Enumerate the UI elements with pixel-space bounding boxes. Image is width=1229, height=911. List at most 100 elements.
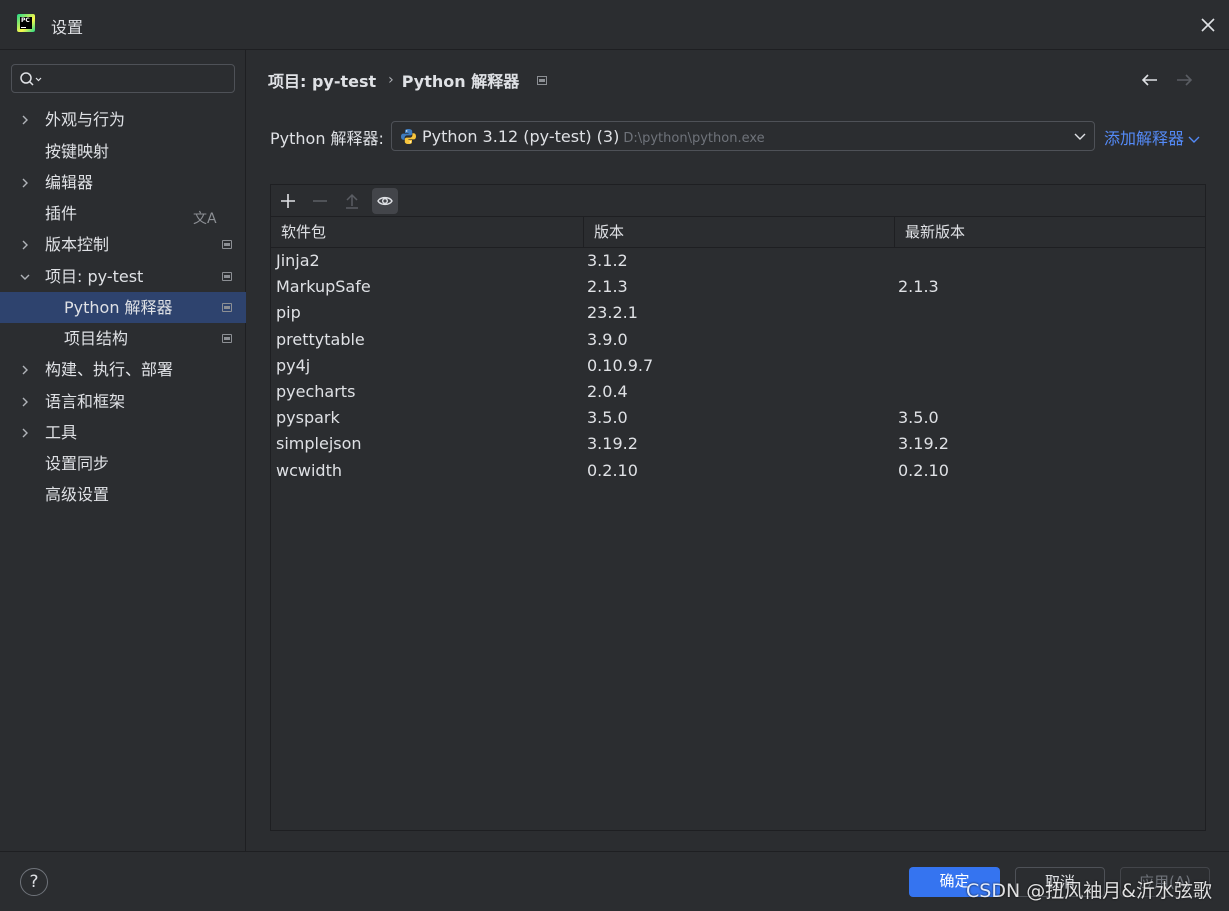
sidebar-item-build[interactable]: 构建、执行、部署 (0, 354, 246, 385)
sidebar-item-label: 项目: py-test (45, 267, 144, 286)
package-version: 23.2.1 (587, 303, 638, 323)
packages-table-body: Jinja2 3.1.2 MarkupSafe 2.1.3 2.1.3 pip … (271, 248, 1205, 484)
sidebar-item-editor[interactable]: 编辑器 (0, 167, 246, 198)
sidebar-item-label: 外观与行为 (45, 110, 126, 129)
package-latest-version: 0.2.10 (898, 460, 949, 480)
project-scope-icon (537, 75, 548, 85)
packages-panel: 软件包 版本 最新版本 Jinja2 3.1.2 MarkupSafe 2.1.… (270, 184, 1206, 831)
interpreter-dropdown[interactable]: Python 3.12 (py-test) (3) D:\python\pytho… (391, 121, 1095, 151)
sidebar-item-appearance[interactable]: 外观与行为 (0, 104, 246, 135)
forward-button[interactable] (1174, 71, 1194, 93)
arrow-right-icon (1177, 74, 1193, 86)
project-scope-icon (222, 272, 232, 281)
table-row[interactable]: py4j 0.10.9.7 (271, 353, 1205, 379)
add-interpreter-link[interactable]: 添加解释器 (1104, 125, 1200, 149)
sidebar-item-label: 编辑器 (45, 173, 94, 192)
project-scope-icon (222, 303, 232, 312)
back-button[interactable] (1140, 71, 1160, 93)
sidebar-item-tools[interactable]: 工具 (0, 417, 246, 448)
help-button[interactable]: ? (20, 868, 48, 896)
table-row[interactable]: wcwidth 0.2.10 0.2.10 (271, 458, 1205, 484)
package-version: 2.0.4 (587, 381, 628, 401)
table-row[interactable]: Jinja2 3.1.2 (271, 248, 1205, 274)
settings-sidebar: 外观与行为 按键映射 编辑器 插件 文A 版本控制 项目: py-test Py… (0, 50, 246, 851)
chevron-right-icon (22, 365, 28, 375)
sidebar-item-label: 版本控制 (45, 235, 110, 254)
chevron-right-icon (22, 240, 28, 250)
breadcrumb-project[interactable]: 项目: py-test (268, 72, 376, 91)
packages-toolbar (271, 185, 1205, 217)
interpreter-label: Python 解释器: (270, 129, 384, 148)
sidebar-item-label: 工具 (45, 423, 78, 442)
chevron-down-icon (20, 274, 30, 280)
sidebar-item-advanced[interactable]: 高级设置 (0, 479, 246, 510)
sidebar-item-keymap[interactable]: 按键映射 (0, 136, 246, 167)
sidebar-item-languages[interactable]: 语言和框架 (0, 386, 246, 417)
close-button[interactable] (1197, 14, 1219, 36)
sidebar-item-python-interpreter[interactable]: Python 解释器 (0, 292, 246, 323)
uninstall-package-button[interactable] (307, 188, 333, 214)
column-header-package[interactable]: 软件包 (271, 217, 583, 247)
search-icon (20, 72, 42, 86)
settings-search[interactable] (11, 64, 235, 93)
title-bar: PC 设置 (0, 0, 1229, 50)
project-scope-icon (222, 240, 232, 249)
package-latest-version: 3.5.0 (898, 408, 939, 428)
package-name: pip (276, 303, 301, 323)
package-latest-version: 2.1.3 (898, 277, 939, 297)
breadcrumb-separator: › (388, 72, 394, 88)
sidebar-item-project[interactable]: 项目: py-test (0, 261, 246, 292)
chevron-right-icon (22, 428, 28, 438)
eye-icon (377, 196, 393, 206)
csdn-watermark: CSDN @扭风袖月&沂水弦歌 (966, 880, 1213, 902)
breadcrumb-current: Python 解释器 (401, 72, 520, 91)
package-version: 0.10.9.7 (587, 355, 654, 375)
table-row[interactable]: pyspark 3.5.0 3.5.0 (271, 405, 1205, 431)
minus-icon (313, 200, 327, 202)
package-name: simplejson (276, 434, 362, 454)
python-icon (401, 129, 416, 144)
arrow-up-icon (346, 193, 358, 209)
show-early-releases-toggle[interactable] (372, 188, 398, 214)
sidebar-item-plugins[interactable]: 插件 文A (0, 198, 246, 229)
upgrade-package-button[interactable] (339, 188, 365, 214)
package-latest-version: 3.19.2 (898, 434, 949, 454)
package-name: pyspark (276, 408, 340, 428)
sidebar-item-label: 项目结构 (64, 329, 129, 348)
pycharm-logo-icon: PC (17, 14, 35, 32)
chevron-down-icon (1074, 133, 1086, 140)
column-header-version[interactable]: 版本 (583, 217, 894, 247)
table-row[interactable]: prettytable 3.9.0 (271, 327, 1205, 353)
breadcrumb: 项目: py-test › Python 解释器 (268, 68, 548, 92)
project-scope-icon (222, 334, 232, 343)
plus-icon (281, 194, 295, 208)
package-name: pyecharts (276, 381, 356, 401)
sidebar-item-label: 设置同步 (45, 454, 110, 473)
package-name: py4j (276, 355, 311, 375)
table-row[interactable]: MarkupSafe 2.1.3 2.1.3 (271, 274, 1205, 300)
search-input[interactable] (48, 68, 232, 91)
package-version: 3.19.2 (587, 434, 638, 454)
package-version: 3.9.0 (587, 329, 628, 349)
column-header-latest-version[interactable]: 最新版本 (894, 217, 1205, 247)
chevron-right-icon (22, 178, 28, 188)
interpreter-selected-value: Python 3.12 (py-test) (3) D:\python\pytho… (422, 127, 765, 146)
package-name: prettytable (276, 329, 365, 349)
chevron-down-icon (1188, 136, 1200, 143)
sidebar-item-settings-sync[interactable]: 设置同步 (0, 448, 246, 479)
install-package-button[interactable] (275, 188, 301, 214)
sidebar-item-project-structure[interactable]: 项目结构 (0, 323, 246, 354)
package-version: 3.1.2 (587, 251, 628, 270)
window-title: 设置 (51, 18, 84, 37)
table-row[interactable]: pip 23.2.1 (271, 300, 1205, 326)
sidebar-item-version-control[interactable]: 版本控制 (0, 229, 246, 260)
table-row[interactable]: pyecharts 2.0.4 (271, 379, 1205, 405)
package-name: MarkupSafe (276, 277, 371, 297)
package-version: 3.5.0 (587, 408, 628, 428)
package-version: 2.1.3 (587, 277, 628, 297)
package-version: 0.2.10 (587, 460, 638, 480)
interpreter-path: D:\python\python.exe (623, 131, 765, 146)
sidebar-item-label: 构建、执行、部署 (45, 360, 174, 379)
sidebar-item-label: 插件 (45, 204, 78, 223)
table-row[interactable]: simplejson 3.19.2 3.19.2 (271, 431, 1205, 457)
